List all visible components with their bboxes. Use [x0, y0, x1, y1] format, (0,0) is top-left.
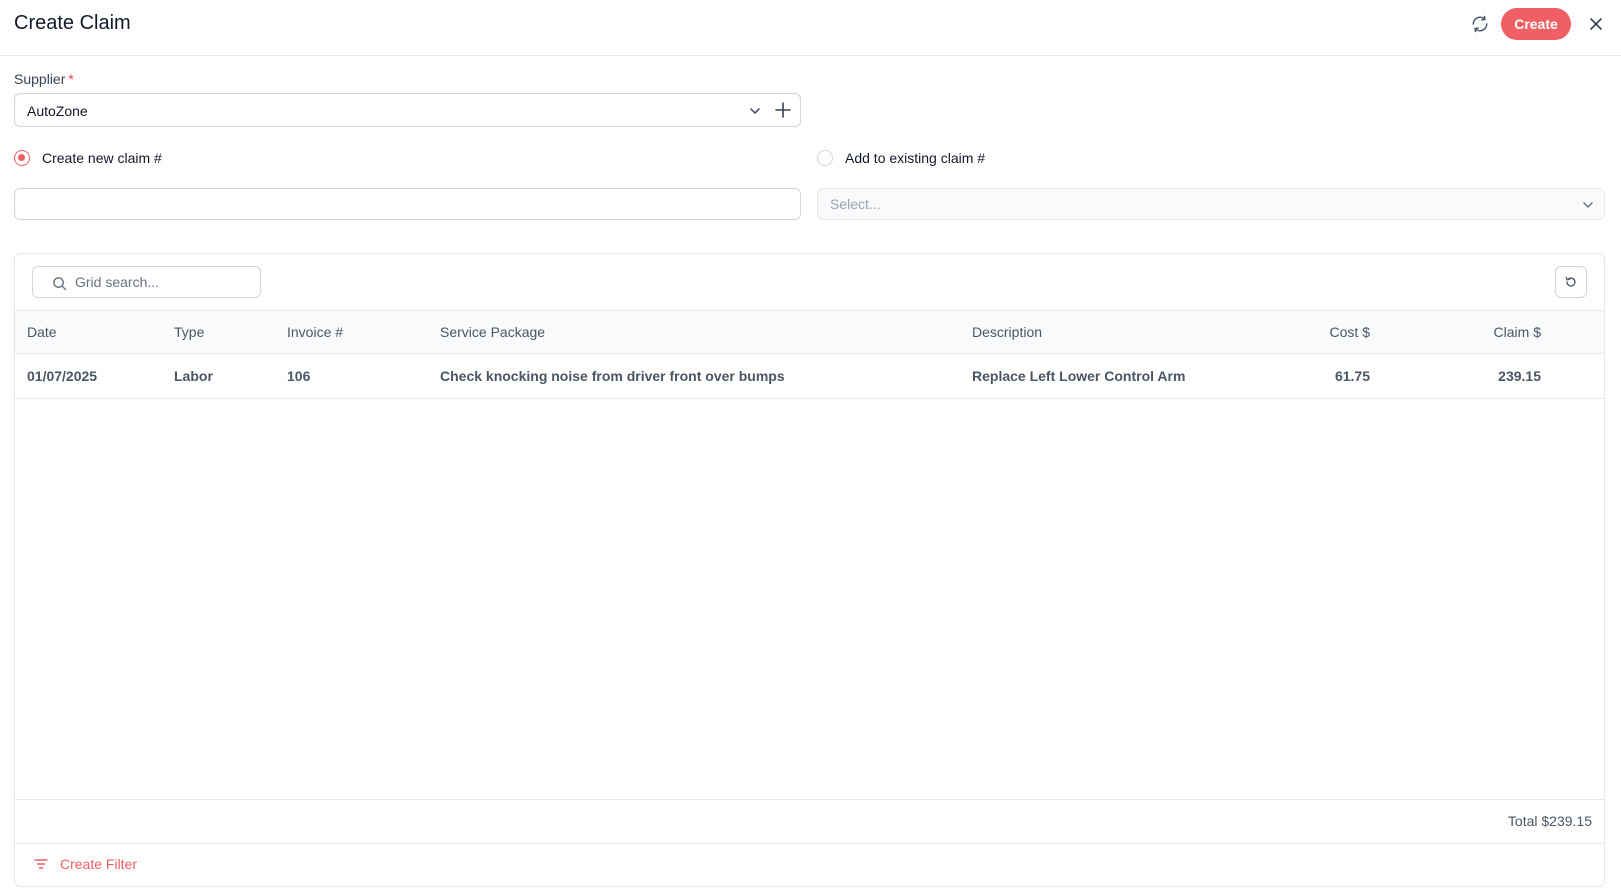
reset-grid-button[interactable]	[1555, 266, 1587, 298]
supplier-select[interactable]: AutoZone	[14, 93, 801, 127]
column-header-date[interactable]: Date	[27, 311, 57, 353]
required-mark: *	[68, 71, 74, 87]
table-row[interactable]: 01/07/2025 Labor 106 Check knocking nois…	[15, 354, 1604, 399]
supplier-label-text: Supplier	[14, 71, 66, 87]
undo-icon	[1565, 276, 1576, 287]
radio-new-claim[interactable]	[14, 150, 30, 166]
search-icon	[51, 275, 67, 291]
cell-service-package: Check knocking noise from driver front o…	[440, 368, 785, 384]
filter-bar: Create Filter	[15, 844, 1604, 886]
cell-cost: 61.75	[1334, 368, 1370, 384]
claims-grid: Grid search... Date Type Invoice # Servi…	[14, 253, 1605, 887]
existing-claim-placeholder: Select...	[830, 196, 881, 212]
plus-icon	[775, 102, 791, 118]
create-filter-label: Create Filter	[60, 856, 138, 872]
supplier-label: Supplier *	[14, 70, 74, 88]
supplier-value: AutoZone	[27, 103, 88, 119]
option-new-claim-label: Create new claim #	[42, 150, 162, 166]
cell-description: Replace Left Lower Control Arm	[972, 368, 1186, 384]
new-claim-input[interactable]	[14, 188, 801, 220]
grid-total: Total $239.15	[1507, 813, 1592, 829]
dialog-header: Create Claim Create	[0, 0, 1621, 56]
filter-icon	[32, 855, 50, 873]
close-icon	[1590, 18, 1602, 30]
column-header-invoice[interactable]: Invoice #	[287, 311, 343, 353]
cell-date: 01/07/2025	[27, 368, 98, 384]
column-header-type[interactable]: Type	[174, 311, 204, 353]
grid-search-input[interactable]: Grid search...	[32, 266, 261, 298]
cell-type: Labor	[174, 368, 213, 384]
column-header-cost[interactable]: Cost $	[1265, 311, 1370, 353]
option-existing-claim-label: Add to existing claim #	[845, 150, 986, 166]
page-title: Create Claim	[14, 12, 131, 34]
cell-invoice: 106	[287, 368, 311, 384]
refresh-button[interactable]	[1468, 12, 1492, 36]
refresh-icon	[1472, 15, 1488, 33]
column-header-service-package[interactable]: Service Package	[440, 311, 545, 353]
grid-search-placeholder: Grid search...	[75, 274, 160, 290]
add-supplier-button[interactable]	[773, 100, 793, 120]
radio-existing-claim[interactable]	[817, 150, 833, 166]
chevron-down-icon[interactable]	[747, 103, 763, 119]
chevron-down-icon[interactable]	[1580, 197, 1596, 213]
table-header: Date Type Invoice # Service Package Desc…	[15, 310, 1604, 354]
create-filter-button[interactable]: Create Filter	[32, 855, 137, 873]
cell-claim: 239.15	[1498, 368, 1541, 384]
grid-total-bar: Total $239.15	[15, 799, 1604, 844]
option-new-claim[interactable]: Create new claim #	[14, 149, 162, 167]
column-header-claim[interactable]: Claim $	[1435, 311, 1541, 353]
column-header-description[interactable]: Description	[972, 311, 1042, 353]
existing-claim-select[interactable]: Select...	[817, 188, 1605, 220]
option-existing-claim[interactable]: Add to existing claim #	[817, 149, 985, 167]
create-button[interactable]: Create	[1501, 8, 1571, 40]
close-button[interactable]	[1584, 12, 1608, 36]
